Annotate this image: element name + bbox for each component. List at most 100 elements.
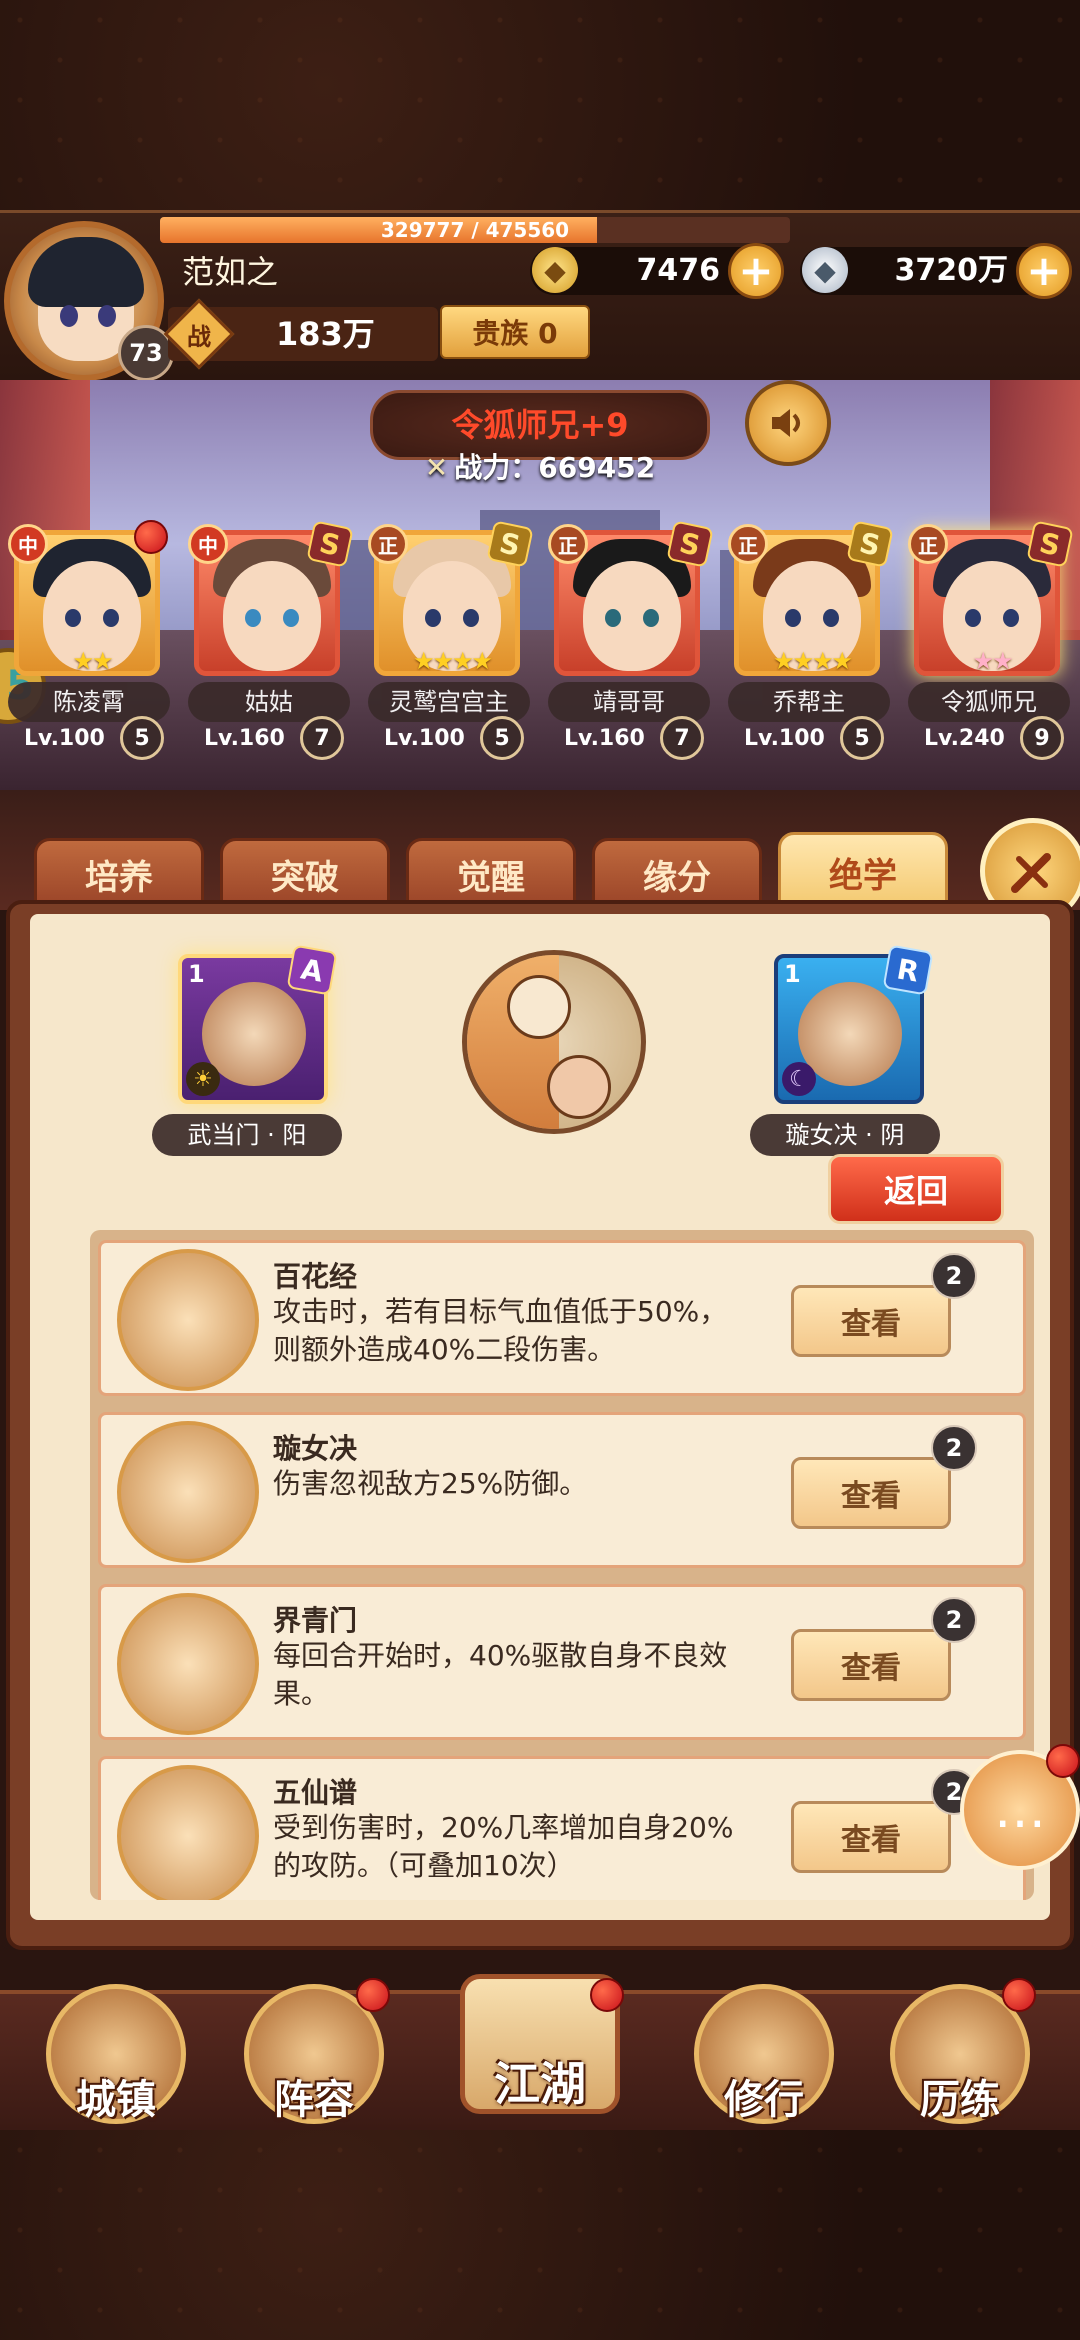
s-grade-icon: S: [306, 520, 354, 568]
scroll-icon: [117, 1249, 259, 1391]
s-grade-icon: S: [486, 520, 534, 568]
yang-skill-label: 武当门 · 阳: [152, 1114, 342, 1156]
hero-stars: ★★★★: [412, 647, 493, 675]
yin-skill-label: 璇女决 · 阴: [750, 1114, 940, 1156]
chat-bubble-icon: …: [994, 1780, 1046, 1840]
skill-list-item: 界青门 每回合开始时，40%驱散自身不良效果。 查看 2: [98, 1584, 1026, 1740]
noble-button[interactable]: 贵族 0: [440, 305, 590, 359]
scroll-icon: [117, 1593, 259, 1735]
battle-icon: 战: [163, 298, 235, 370]
hero-rank: 7: [660, 716, 704, 760]
skill-list: 百花经 攻击时，若有目标气血值低于50%，则额外造成40%二段伤害。 查看 2 …: [90, 1230, 1034, 1900]
hero-stars: ★★: [72, 647, 113, 675]
hero-stars: ★★: [972, 647, 1013, 675]
chat-notification-dot: [1046, 1744, 1080, 1778]
skill-grade-badge: R: [882, 944, 934, 996]
gold-ingot-icon: ◆: [532, 247, 578, 293]
view-button[interactable]: 查看: [791, 1629, 951, 1701]
hero-rank: 9: [1020, 716, 1064, 760]
skill-slot-number: 1: [188, 960, 205, 988]
silver-value: 3720万: [894, 253, 1009, 288]
add-silver-button[interactable]: +: [1016, 243, 1072, 299]
silver-counter: ◆ 3720万 +: [800, 243, 1072, 299]
skill-slot-number: 1: [784, 960, 801, 988]
player-header: 73 329777 / 475560 范如之 ◆ 7476 + ◆ 3720万 …: [0, 210, 1080, 381]
view-button[interactable]: 查看: [791, 1457, 951, 1529]
close-icon: [1011, 853, 1051, 893]
hero-slot[interactable]: 中 S 姑姑 Lv.160 7: [188, 520, 354, 760]
hero-slot[interactable]: ★★ 中 陈凌霄 Lv.100 5: [8, 520, 170, 760]
skill-title: 界青门: [273, 1604, 358, 1637]
nav-cultivate[interactable]: 修行: [694, 1984, 834, 2124]
exp-text: 329777 / 475560: [380, 218, 570, 242]
nav-lineup-label: 阵容: [274, 2077, 354, 2123]
battle-power-label: 战力：: [454, 451, 539, 484]
yin-skill-slot[interactable]: 1 R ☾: [774, 944, 934, 1104]
gold-value: 7476: [636, 253, 721, 288]
notification-dot: [134, 520, 168, 554]
silver-ingot-icon: ◆: [802, 247, 848, 293]
hero-slot[interactable]: ★★★★ 正 S 乔帮主 Lv.100 5: [728, 520, 894, 760]
skill-description: 每回合开始时，40%驱散自身不良效果。: [273, 1639, 728, 1710]
nav-cultivate-label: 修行: [724, 2077, 804, 2123]
skill-list-item: 五仙谱 受到伤害时，20%几率增加自身20%的攻防。（可叠加10次） 查看 2: [98, 1756, 1026, 1900]
skills-panel-inner: 1 A ☀ 武当门 · 阳 1 R ☾ 璇女决 · 阴 返回 百花经 攻击时，若…: [30, 914, 1050, 1920]
notification-dot: [590, 1978, 624, 2012]
gold-counter: ◆ 7476 +: [530, 243, 784, 299]
skills-panel: 1 A ☀ 武当门 · 阳 1 R ☾ 璇女决 · 阴 返回 百花经 攻击时，若…: [6, 900, 1074, 1950]
skill-description: 伤害忽视敌方25%防御。: [273, 1467, 588, 1500]
bottom-background: [0, 2130, 1080, 2340]
skill-description: 攻击时，若有目标气血值低于50%，则额外造成40%二段伤害。: [273, 1295, 728, 1366]
skill-title: 璇女决: [273, 1432, 358, 1465]
notification-dot: [356, 1978, 390, 2012]
hero-rank: 7: [300, 716, 344, 760]
sound-icon: [772, 409, 800, 437]
skill-title: 五仙谱: [273, 1776, 358, 1809]
hero-stars: ★★★★: [772, 647, 853, 675]
exp-bar: 329777 / 475560: [160, 217, 790, 243]
s-grade-icon: S: [666, 520, 714, 568]
faction-tag: 中: [188, 524, 228, 564]
power-value: 183万: [276, 315, 375, 353]
s-grade-icon: S: [1026, 520, 1074, 568]
skill-list-item: 百花经 攻击时，若有目标气血值低于50%，则额外造成40%二段伤害。 查看 2: [98, 1240, 1026, 1396]
power-box: 战 183万: [163, 298, 438, 370]
nav-town[interactable]: 城镇: [46, 1984, 186, 2124]
yin-yang-emblem: [462, 950, 646, 1134]
battle-power: ✕ 战力：669452: [0, 446, 1080, 486]
hero-slot[interactable]: 正 S 靖哥哥 Lv.160 7: [548, 520, 714, 760]
s-grade-icon: S: [846, 520, 894, 568]
skill-list-item: 璇女决 伤害忽视敌方25%防御。 查看 2: [98, 1412, 1026, 1568]
skill-count-badge: 2: [931, 1597, 977, 1643]
skill-description: 受到伤害时，20%几率增加自身20%的攻防。（可叠加10次）: [273, 1811, 734, 1882]
add-gold-button[interactable]: +: [728, 243, 784, 299]
skill-count-badge: 2: [931, 1253, 977, 1299]
hero-slot-selected[interactable]: ★★ 正 S 令狐师兄 Lv.240 9: [908, 520, 1074, 760]
faction-tag: 正: [908, 524, 948, 564]
nav-training-label: 历练: [920, 2077, 1000, 2123]
skill-grade-badge: A: [286, 944, 338, 996]
skill-title: 百花经: [273, 1260, 358, 1293]
nav-jianghu-label: 江湖: [494, 2057, 586, 2111]
book-icon: [117, 1765, 259, 1900]
back-button[interactable]: 返回: [828, 1154, 1004, 1224]
hero-rank: 5: [120, 716, 164, 760]
hero-rank: 5: [480, 716, 524, 760]
tab-bar: 培养 突破 觉醒 缘分 绝学: [0, 790, 1080, 924]
faction-tag: 中: [8, 524, 48, 564]
hero-stage: 令狐师兄+9 ✕战力：669452 5 ★★ 中 陈凌霄 Lv.100 5: [0, 380, 1080, 790]
top-background: [0, 0, 1080, 210]
hero-slot[interactable]: ★★★★ 正 S 灵鹫宫宫主 Lv.100 5: [368, 520, 534, 760]
faction-tag: 正: [548, 524, 588, 564]
hero-roster: ★★ 中 陈凌霄 Lv.100 5 中 S 姑姑 Lv.160 7 ★★★★ 正…: [0, 520, 1080, 760]
yin-ball-icon: [547, 1055, 611, 1119]
hero-rank: 5: [840, 716, 884, 760]
yang-skill-slot[interactable]: 1 A ☀: [178, 944, 338, 1104]
moon-icon: ☾: [782, 1062, 816, 1096]
player-name: 范如之: [182, 253, 279, 291]
view-button[interactable]: 查看: [791, 1285, 951, 1357]
wings-icon: ✕: [424, 451, 449, 484]
faction-tag: 正: [728, 524, 768, 564]
skill-count-badge: 2: [931, 1425, 977, 1471]
view-button[interactable]: 查看: [791, 1801, 951, 1873]
